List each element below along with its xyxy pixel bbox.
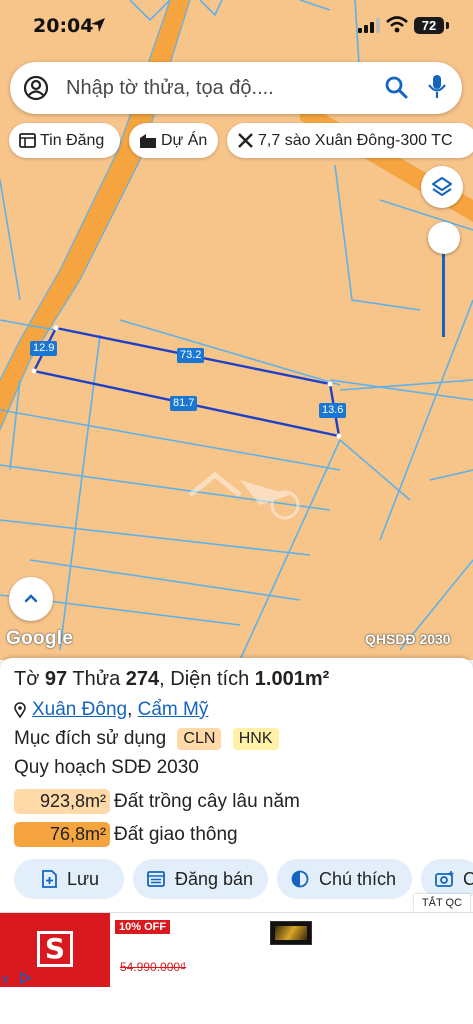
purpose-tag: CLN (177, 728, 222, 750)
land-use-row: 76,8m² Đất giao thông (14, 822, 238, 847)
ruler-tools-icon (238, 133, 253, 148)
post-listing-label: Đăng bán (175, 869, 254, 889)
ad-brand-letter: S (37, 931, 73, 967)
land-use-area: 923,8m² (14, 789, 110, 814)
ad-old-price: 54.990.000₫ (120, 960, 187, 974)
news-list-icon (19, 133, 36, 148)
location-pin-icon (14, 702, 26, 718)
save-plus-icon (42, 870, 57, 888)
chip-tin-dang[interactable]: Tin Đăng (9, 123, 120, 158)
purpose-tag: HNK (232, 728, 279, 750)
land-purpose: Mục đích sử dụng CLN HNK (14, 728, 279, 750)
wifi-icon (386, 16, 408, 33)
dimension-label: 12.9 (30, 341, 58, 356)
ad-product-image (270, 921, 312, 945)
status-bar: 20:04 72 (0, 0, 473, 52)
ad-brand-logo: S (0, 913, 110, 987)
chip-label: Dự Án (161, 132, 208, 149)
location-arrow-icon (91, 18, 105, 32)
chip-du-an[interactable]: Dự Án (129, 123, 218, 158)
dimension-label: 81.7 (170, 396, 198, 411)
listing-icon (147, 871, 165, 887)
layers-button[interactable] (421, 166, 463, 208)
buildings-icon (140, 134, 156, 148)
layers-icon (432, 177, 452, 196)
land-use-area: 76,8m² (14, 822, 110, 847)
plan-title: Quy hoạch SDĐ 2030 (14, 757, 199, 778)
post-listing-button[interactable]: Đăng bán (133, 859, 268, 899)
area-label: Diện tích (170, 668, 250, 690)
chevron-up-icon (24, 594, 38, 603)
chip-measurement[interactable]: 7,7 sào Xuân Đông-300 TC (227, 123, 473, 158)
land-use-desc: Đất giao thông (114, 824, 238, 845)
cellular-signal-icon (358, 18, 380, 33)
battery-icon: 72 (414, 17, 444, 34)
area-value: 1.001m² (254, 668, 330, 690)
dimension-label: 73.2 (177, 348, 205, 363)
commune-link[interactable]: Xuân Đông (32, 699, 127, 720)
chip-label: 7,7 sào Xuân Đông-300 TC (258, 132, 453, 149)
ad-close-icon[interactable]: x (2, 971, 9, 986)
search-bar[interactable] (10, 62, 462, 114)
to-label: Tờ (14, 668, 40, 690)
ad-banner[interactable]: S 10% OFF 54.990.000₫ x (0, 912, 473, 987)
camera-button[interactable]: C (421, 859, 473, 899)
ad-info-icon[interactable] (18, 971, 32, 985)
save-label: Lưu (67, 869, 100, 889)
search-icon[interactable] (384, 75, 408, 99)
chip-label: Tin Đăng (40, 132, 105, 149)
ad-discount-badge: 10% OFF (115, 920, 171, 934)
google-logo: Google (6, 628, 74, 649)
district-link[interactable]: Cẩm Mỹ (138, 699, 209, 720)
search-input[interactable] (66, 72, 376, 104)
legend-label: Chú thích (319, 869, 397, 889)
account-icon[interactable] (23, 75, 49, 101)
save-button[interactable]: Lưu (14, 859, 124, 899)
expand-sheet-button[interactable] (9, 577, 53, 621)
land-use-row: 923,8m² Đất trồng cây lâu năm (14, 789, 300, 814)
status-time: 20:04 (33, 15, 94, 37)
camera-icon (435, 871, 454, 887)
microphone-icon[interactable] (428, 74, 446, 100)
purpose-label: Mục đích sử dụng (14, 728, 167, 749)
battery-cap (446, 22, 449, 29)
parcel-title: Tờ 97 Thửa 274, Diện tích 1.001m² (14, 668, 330, 690)
thua-label: Thửa (72, 668, 121, 690)
land-use-desc: Đất trồng cây lâu năm (114, 791, 300, 812)
opacity-slider-handle[interactable] (428, 222, 460, 254)
thua-value: 274 (125, 668, 160, 690)
legend-half-circle-icon (291, 870, 309, 888)
parcel-address: Xuân Đông, Cẩm Mỹ (14, 699, 208, 721)
to-value: 97 (44, 668, 68, 690)
camera-label: C (463, 869, 473, 889)
overlay-label: QHSDĐ 2030 (365, 631, 451, 647)
dimension-label: 13.6 (319, 403, 347, 418)
close-ad-button[interactable]: TẮT QC (414, 894, 470, 912)
legend-button[interactable]: Chú thích (277, 859, 412, 899)
